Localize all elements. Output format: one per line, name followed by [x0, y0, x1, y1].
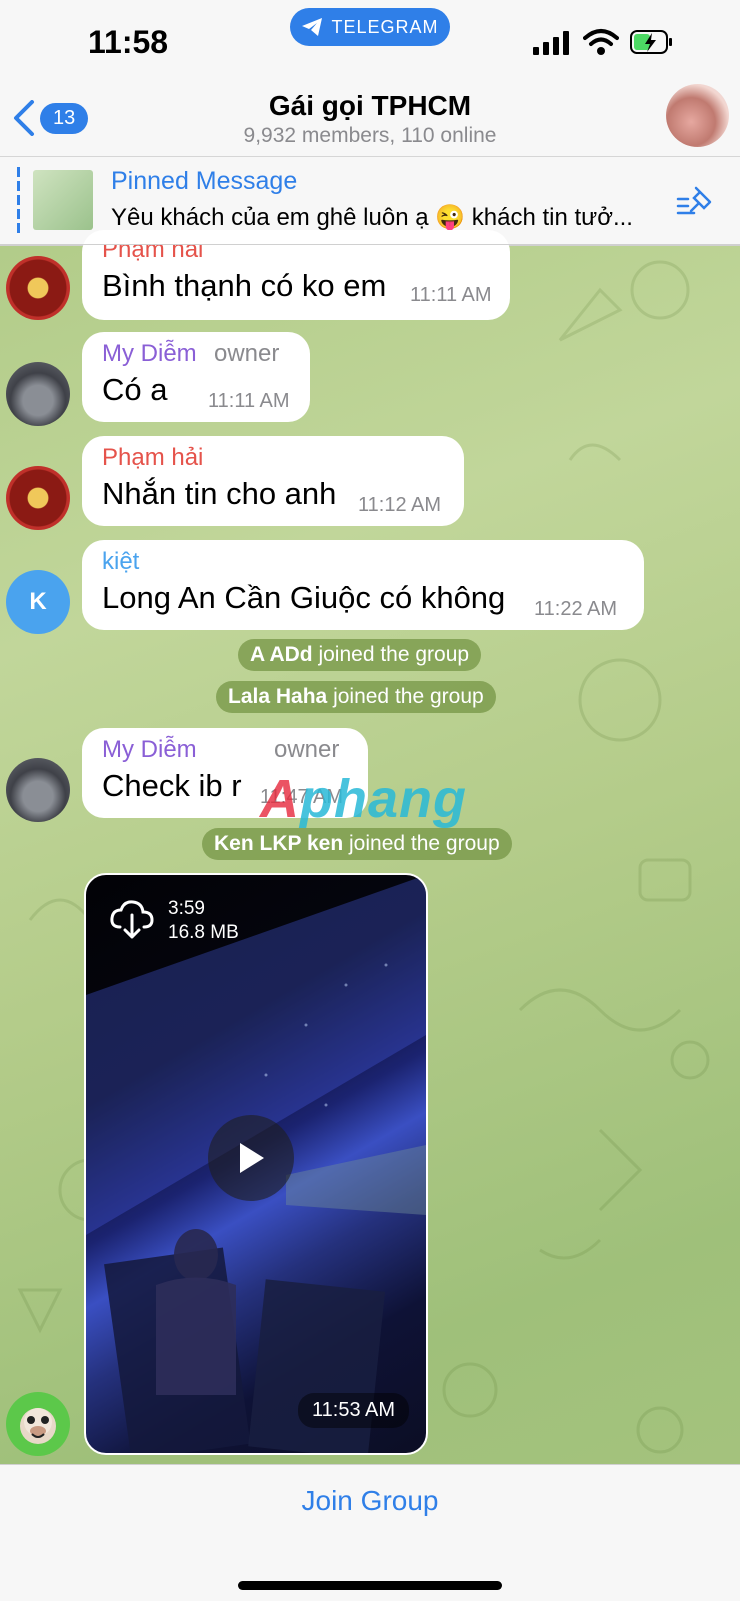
video-info: 3:59 16.8 MB: [168, 897, 239, 945]
video-duration: 3:59: [168, 898, 205, 919]
avatar-pham-hai[interactable]: [6, 466, 70, 530]
message-bubble[interactable]: kiệt Long An Cần Giuộc có không 11:22 AM: [82, 540, 644, 630]
system-message-join: Ken LKP ken joined the group: [202, 828, 512, 860]
chat-title[interactable]: Gái gọi TPHCM: [0, 90, 740, 122]
join-group-button[interactable]: Join Group: [0, 1485, 740, 1517]
join-action: joined the group: [333, 685, 484, 708]
monkey-face-icon: [20, 1408, 56, 1444]
joined-user-name[interactable]: Lala Haha: [228, 685, 327, 708]
status-bar: 11:58 TELEGRAM: [0, 0, 740, 86]
message-sender[interactable]: My Diễm: [102, 340, 197, 368]
system-message-join: Lala Haha joined the group: [216, 681, 496, 713]
owner-label: owner: [274, 736, 340, 763]
message-sender[interactable]: Phạm hải: [102, 444, 203, 472]
avatar-monkey[interactable]: [6, 1392, 70, 1456]
avatar-kiet[interactable]: K: [6, 570, 70, 634]
message-text: Có a: [102, 372, 168, 407]
message-sender[interactable]: kiệt: [102, 548, 139, 576]
join-action: joined the group: [349, 832, 500, 855]
cellular-signal-icon: [533, 31, 569, 55]
message-time: 11:12 AM: [358, 494, 442, 516]
message-time: 11:22 AM: [534, 598, 618, 620]
pinned-divider: [0, 244, 740, 245]
message-sender[interactable]: My Diễm: [102, 736, 197, 764]
joined-user-name[interactable]: Ken LKP ken: [214, 832, 343, 855]
message-time: 11:53 AM: [298, 1393, 410, 1428]
message-bubble[interactable]: My Diễm owner Có a 11:11 AM: [82, 332, 310, 422]
avatar-pham-hai[interactable]: [6, 256, 70, 320]
pin-list-icon[interactable]: [676, 185, 714, 219]
message-text: Check ib r: [102, 768, 242, 803]
message-bubble[interactable]: Phạm hải Nhắn tin cho anh 11:12 AM: [82, 436, 464, 526]
cloud-download-icon[interactable]: [110, 899, 154, 939]
message-time: 11:11 AM: [208, 390, 290, 412]
message-time: 11:11 AM: [410, 284, 492, 306]
telegram-pill-label: TELEGRAM: [331, 16, 439, 37]
chat-header: 13 Gái gọi TPHCM 9,932 members, 110 onli…: [0, 84, 740, 156]
pinned-thumbnail: [33, 170, 93, 230]
telegram-pill[interactable]: TELEGRAM: [290, 8, 450, 46]
pinned-title: Pinned Message: [111, 167, 298, 195]
owner-label: owner: [214, 340, 280, 367]
pinned-text: Yêu khách của em ghê luôn ạ 😜 khách tin …: [111, 204, 633, 231]
clock: 11:58: [88, 24, 169, 60]
telegram-icon: [302, 18, 323, 36]
joined-user-name[interactable]: A ADd: [250, 643, 313, 666]
play-icon: [240, 1143, 264, 1173]
battery-charging-icon: [630, 30, 672, 54]
watermark-logo: Aphang: [260, 769, 467, 829]
message-text: Long An Cần Giuộc có không: [102, 580, 506, 615]
message-text: Nhắn tin cho anh: [102, 476, 337, 511]
chat-subtitle: 9,932 members, 110 online: [243, 124, 497, 147]
group-avatar[interactable]: [666, 84, 729, 147]
bottom-bar: Join Group: [0, 1464, 740, 1601]
avatar-my-diem[interactable]: [6, 362, 70, 426]
video-size: 16.8 MB: [168, 922, 239, 943]
play-button[interactable]: [208, 1115, 294, 1201]
message-text: Bình thạnh có ko em: [102, 268, 387, 303]
home-indicator[interactable]: [238, 1581, 502, 1590]
pinned-indicator: [17, 167, 20, 233]
avatar-my-diem[interactable]: [6, 758, 70, 822]
system-message-join: A ADd joined the group: [238, 639, 482, 671]
video-message[interactable]: 3:59 16.8 MB 11:53 AM: [84, 873, 428, 1455]
join-action: joined the group: [318, 643, 470, 666]
wifi-icon: [583, 29, 619, 55]
